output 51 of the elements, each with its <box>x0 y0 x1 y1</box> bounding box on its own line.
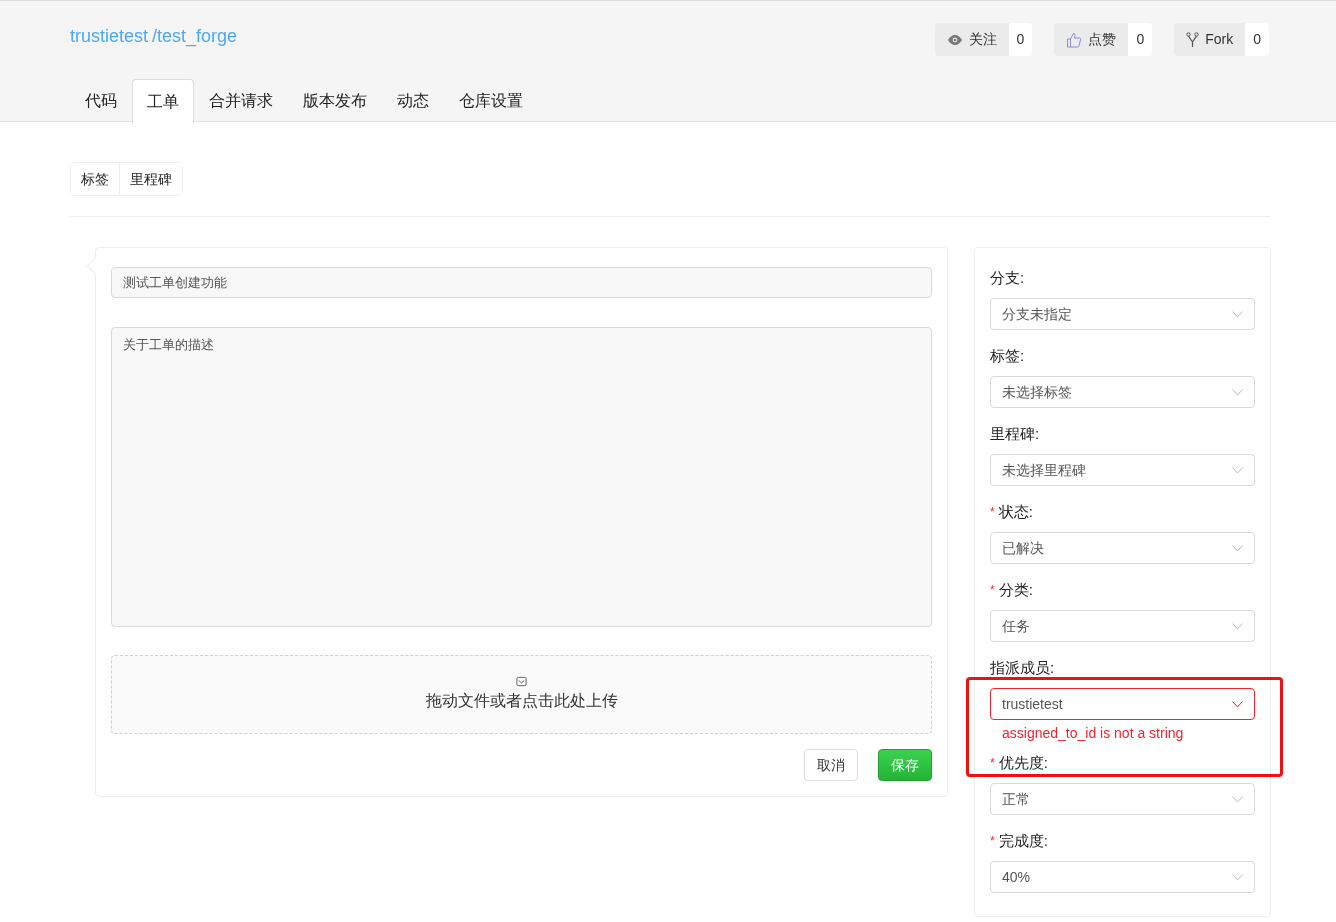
upload-dropzone[interactable]: 拖动文件或者点击此处上传 <box>111 655 932 734</box>
field-label: 指派成员: <box>990 657 1055 678</box>
description-textarea[interactable]: 关于工单的描述 <box>111 327 932 627</box>
chevron-down-icon <box>1232 795 1243 803</box>
field-label: 分类: <box>998 579 1033 600</box>
select-field[interactable]: 未选择里程碑 <box>990 454 1255 486</box>
field-label: 里程碑: <box>990 423 1040 444</box>
required-asterisk: * <box>990 755 995 772</box>
fork-icon <box>1186 31 1200 48</box>
chevron-down-icon <box>1232 873 1243 881</box>
upload-hint: 拖动文件或者点击此处上传 <box>425 691 618 711</box>
watch-button[interactable]: 关注 <box>934 23 1009 56</box>
tab[interactable]: 版本发布 <box>288 78 382 123</box>
count: 0 <box>1008 23 1033 56</box>
field-label: 标签: <box>990 345 1025 366</box>
tab[interactable]: 动态 <box>382 78 444 123</box>
error-message: assigned_to_id is not a string <box>1001 724 1185 743</box>
select-field[interactable]: trustietest <box>990 688 1255 720</box>
select-field[interactable]: 已解决 <box>990 532 1255 564</box>
required-asterisk: * <box>990 582 995 599</box>
select-field[interactable]: 未选择标签 <box>990 376 1255 408</box>
chevron-down-icon <box>1232 544 1243 552</box>
thumbs-up-icon <box>1066 31 1083 48</box>
chevron-down-icon <box>1232 388 1243 396</box>
milestones-button[interactable]: 里程碑 <box>119 163 182 195</box>
title-input[interactable]: 测试工单创建功能 <box>111 267 932 298</box>
cancel-button[interactable]: 取消 <box>804 749 858 781</box>
tab[interactable]: 工单 <box>132 79 194 124</box>
inbox-icon <box>516 676 527 687</box>
fork-button[interactable]: Fork <box>1174 23 1246 56</box>
chevron-down-icon <box>1232 466 1243 474</box>
count: 0 <box>1245 23 1269 56</box>
select-field[interactable]: 正常 <box>990 783 1255 815</box>
chevron-down-icon <box>1232 622 1243 630</box>
select-field[interactable]: 分支未指定 <box>990 298 1255 330</box>
chevron-down-icon <box>1232 700 1243 708</box>
like-button[interactable]: 点赞 <box>1054 23 1129 56</box>
chevron-down-icon <box>1232 310 1243 318</box>
required-asterisk: * <box>990 833 995 850</box>
field-label: 分支: <box>990 267 1025 288</box>
required-asterisk: * <box>990 504 995 521</box>
count: 0 <box>1128 23 1153 56</box>
select-field[interactable]: 40% <box>990 861 1255 893</box>
field-label: 状态: <box>998 501 1033 522</box>
field-label: 优先度: <box>998 752 1048 773</box>
field-label: 完成度: <box>998 830 1048 851</box>
select-field[interactable]: 任务 <box>990 610 1255 642</box>
tab[interactable]: 合并请求 <box>194 78 288 123</box>
tab[interactable]: 仓库设置 <box>444 78 538 123</box>
tab[interactable]: 代码 <box>70 78 132 123</box>
eye-icon <box>946 33 963 46</box>
